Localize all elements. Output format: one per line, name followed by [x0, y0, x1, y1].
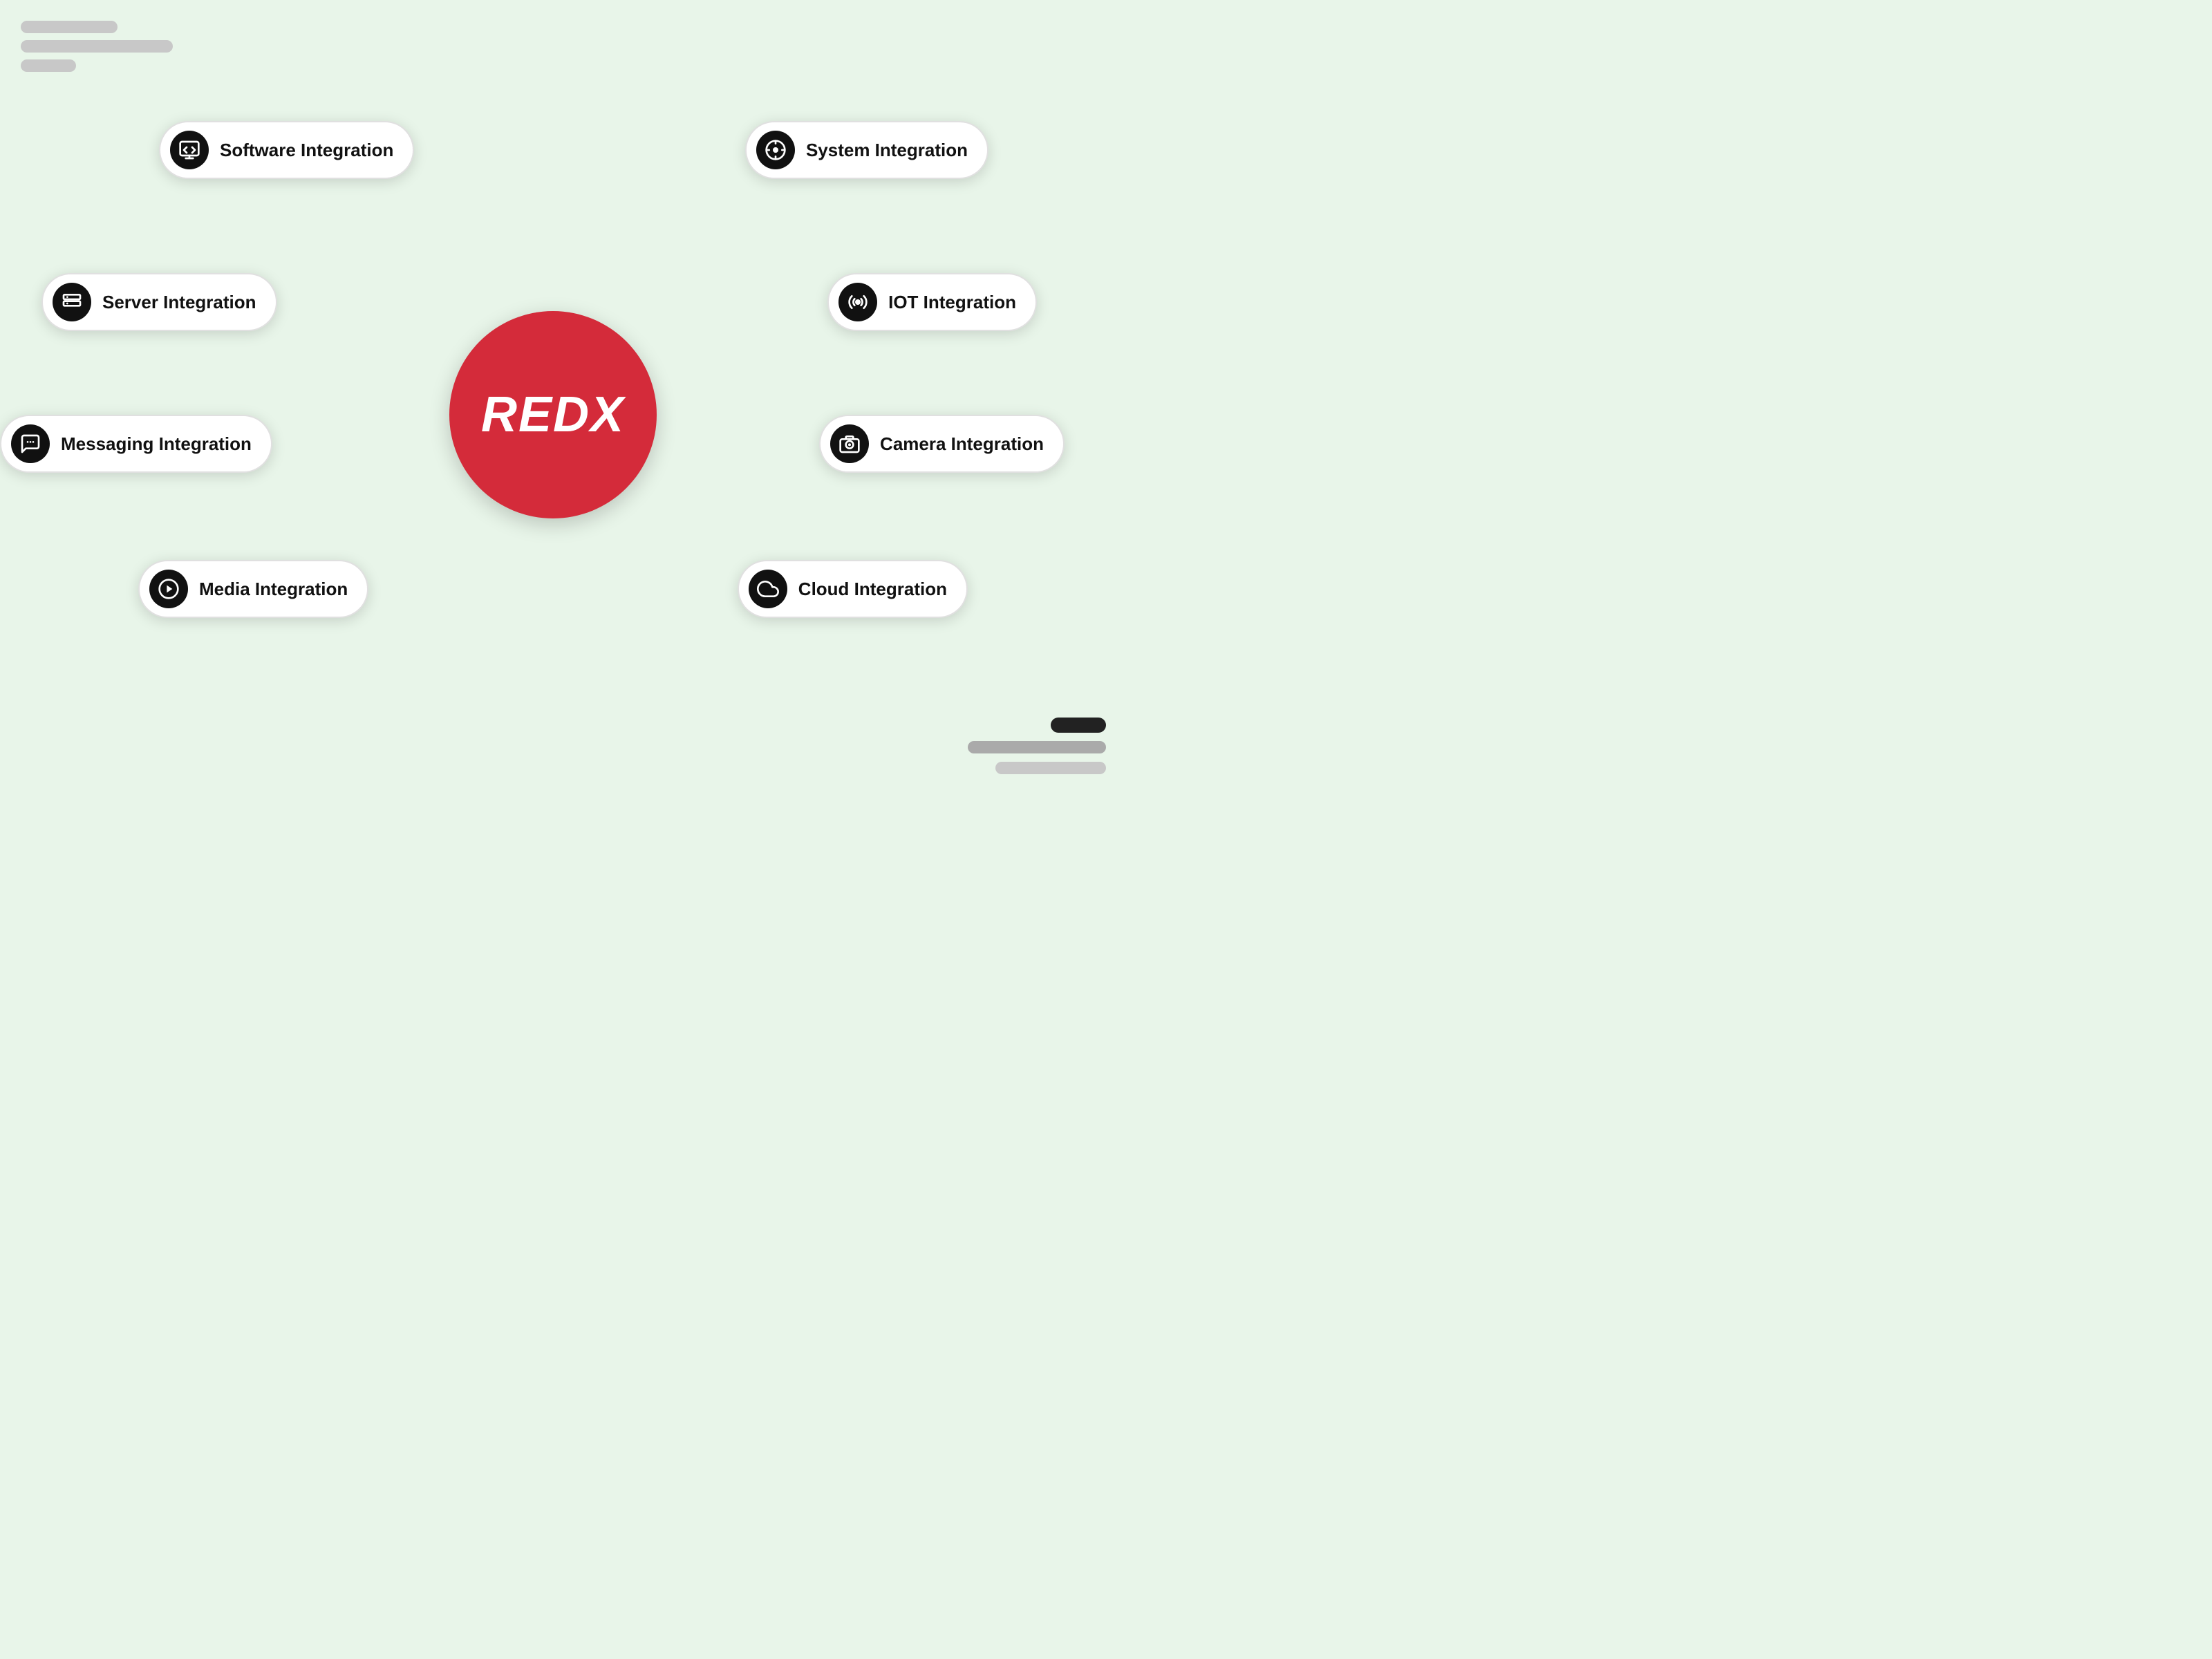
system-icon: [756, 131, 795, 169]
software-integration-label: Software Integration: [220, 140, 393, 161]
iot-integration-card[interactable]: IOT Integration: [827, 273, 1037, 331]
server-integration-card[interactable]: Server Integration: [41, 273, 277, 331]
camera-integration-label: Camera Integration: [880, 433, 1044, 455]
redx-logo-text: REDX: [481, 386, 625, 443]
scrollbar-tl-3: [21, 59, 76, 72]
scrollbar-group-tl: [21, 21, 173, 72]
camera-integration-card[interactable]: Camera Integration: [819, 415, 1065, 473]
media-icon: [149, 570, 188, 608]
cloud-integration-card[interactable]: Cloud Integration: [738, 560, 968, 618]
software-integration-card[interactable]: Software Integration: [159, 121, 414, 179]
messaging-integration-label: Messaging Integration: [61, 433, 252, 455]
system-integration-label: System Integration: [806, 140, 968, 161]
scrollbar-tl-2: [21, 40, 173, 53]
messaging-integration-card[interactable]: Messaging Integration: [0, 415, 272, 473]
camera-icon: [830, 424, 869, 463]
scrollbar-group-br: [968, 718, 1106, 774]
scrollbar-br-2: [968, 741, 1106, 753]
cloud-icon: [749, 570, 787, 608]
system-integration-card[interactable]: System Integration: [745, 121, 988, 179]
server-icon: [53, 283, 91, 321]
scrollbar-tl-1: [21, 21, 118, 33]
media-integration-card[interactable]: Media Integration: [138, 560, 368, 618]
messaging-icon: [11, 424, 50, 463]
media-integration-label: Media Integration: [199, 579, 348, 600]
scrollbar-br-1: [1051, 718, 1106, 733]
cloud-integration-label: Cloud Integration: [798, 579, 947, 600]
software-icon: [170, 131, 209, 169]
iot-icon: [838, 283, 877, 321]
redx-logo-circle: REDX: [449, 311, 657, 518]
scrollbar-br-3: [995, 762, 1106, 774]
iot-integration-label: IOT Integration: [888, 292, 1016, 313]
server-integration-label: Server Integration: [102, 292, 256, 313]
